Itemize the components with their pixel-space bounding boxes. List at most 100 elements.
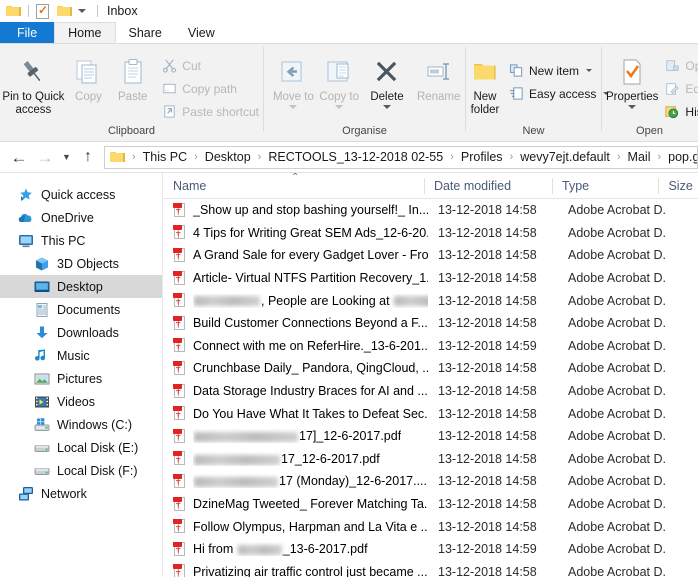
table-row[interactable]: † 17_12-6-2017.pdf 13-12-2018 14:58 Adobe A… (163, 448, 698, 471)
pdf-icon: † (173, 338, 187, 354)
new-folder-button[interactable]: New folder (470, 49, 500, 117)
customize-quick-access-caret-icon[interactable] (78, 9, 86, 13)
chevron-down-icon[interactable] (289, 105, 298, 109)
table-row[interactable]: † Follow Olympus, Harpman and La Vita e .… (163, 515, 698, 538)
table-row[interactable]: † _Show up and stop bashing yourself!_ In… (163, 199, 698, 222)
sidebar-item-desktop[interactable]: Desktop (0, 275, 162, 298)
recent-locations-button[interactable]: ▼ (58, 144, 75, 170)
copy-button[interactable]: Copy (67, 49, 110, 104)
pdf-icon: † (173, 473, 187, 489)
delete-button[interactable]: Delete (362, 49, 413, 109)
new-item-button[interactable]: New item (504, 59, 613, 82)
table-row[interactable]: † , People are Looking at 13-12-2018 14:5… (163, 289, 698, 312)
paste-button[interactable]: Paste (110, 49, 155, 104)
easy-access-button[interactable]: Easy access (504, 82, 613, 105)
navigation-pane: Quick access OneDrive This PC 3D Objects Des… (0, 173, 163, 577)
table-row[interactable]: † Connect with me on ReferHire._13-6-201.… (163, 335, 698, 358)
column-header-name[interactable]: Name ⌃ (163, 173, 424, 199)
sidebar-item-local-disk-e[interactable]: Local Disk (E:) (0, 436, 162, 459)
file-type-cell: Adobe Acrobat D... (568, 429, 666, 444)
breadcrumb-separator: › (509, 151, 514, 163)
tab-file[interactable]: File (0, 22, 55, 43)
chevron-down-icon[interactable] (335, 105, 344, 109)
file-name-label: 17_12-6-2017.pdf (193, 452, 380, 466)
pin-to-quick-access-button[interactable]: Pin to Quick access (0, 49, 67, 117)
column-header-type[interactable]: Type (552, 173, 658, 199)
breadcrumb-item-rectools[interactable]: RECTOOLS_13-12-2018 02-55 (266, 150, 445, 164)
copy-path-button[interactable]: ... Copy path (157, 77, 263, 100)
edit-button[interactable]: Edi (660, 77, 698, 100)
file-type-cell: Adobe Acrobat D... (568, 564, 666, 577)
sidebar-item-label: Music (57, 348, 90, 363)
tab-view[interactable]: View (175, 22, 228, 43)
table-row[interactable]: † DzineMag Tweeted_ Forever Matching Ta..… (163, 493, 698, 516)
folder-icon[interactable] (6, 3, 23, 19)
new-folder-icon[interactable] (57, 3, 74, 19)
ribbon-group-clipboard: Pin to Quick access Copy Paste Cut ... C… (0, 44, 263, 141)
table-row[interactable]: † Crunchbase Daily_ Pandora, QingCloud, .… (163, 357, 698, 380)
pdf-icon: † (173, 225, 187, 241)
table-row[interactable]: † Article- Virtual NTFS Partition Recover… (163, 267, 698, 290)
sidebar-item-local-disk-f[interactable]: Local Disk (F:) (0, 459, 162, 482)
move-to-button[interactable]: Move to (270, 49, 317, 109)
table-row[interactable]: † A Grand Sale for every Gadget Lover - F… (163, 244, 698, 267)
chevron-down-icon[interactable] (382, 105, 391, 109)
table-row[interactable]: † Privatizing air traffic control just be… (163, 561, 698, 577)
properties-button[interactable]: Properties (606, 49, 658, 109)
column-header-date-modified[interactable]: Date modified (423, 173, 552, 199)
file-name-cell: † Crunchbase Daily_ Pandora, QingCloud, .… (163, 360, 428, 376)
delete-label: Delete (370, 91, 404, 103)
table-row[interactable]: † Hi from _13-6-2017.pdf 13-12-2018 14:59 A… (163, 538, 698, 561)
copy-to-button[interactable]: Copy to (317, 49, 362, 109)
breadcrumb-item-profile-default[interactable]: wevy7ejt.default (518, 150, 612, 164)
table-row[interactable]: † 17]_12-6-2017.pdf 13-12-2018 14:58 Adobe … (163, 425, 698, 448)
sidebar-item-onedrive[interactable]: OneDrive (0, 206, 162, 229)
tab-home[interactable]: Home (54, 22, 116, 43)
chevron-down-icon[interactable] (586, 69, 593, 72)
sidebar-item-network[interactable]: Network (0, 482, 162, 505)
sidebar-item-downloads[interactable]: Downloads (0, 321, 162, 344)
sidebar-item-this-pc[interactable]: This PC (0, 229, 162, 252)
forward-button[interactable]: → (32, 144, 58, 170)
breadcrumb-item-this-pc[interactable]: This PC (141, 150, 189, 164)
breadcrumb-item-pop[interactable]: pop.g (666, 150, 697, 164)
breadcrumb-item-desktop[interactable]: Desktop (203, 150, 253, 164)
sidebar-item-quick-access[interactable]: Quick access (0, 183, 162, 206)
tab-share[interactable]: Share (116, 22, 175, 43)
sidebar-item-videos[interactable]: Videos (0, 390, 162, 413)
sidebar-item-music[interactable]: Music (0, 344, 162, 367)
sidebar-item-label: Pictures (57, 371, 103, 386)
up-button[interactable]: ↑ (75, 144, 101, 170)
table-row[interactable]: † Do You Have What It Takes to Defeat Sec… (163, 402, 698, 425)
chevron-down-icon[interactable] (628, 105, 637, 109)
sidebar-item-3d-objects[interactable]: 3D Objects (0, 252, 162, 275)
table-row[interactable]: † Data Storage Industry Braces for AI and… (163, 380, 698, 403)
history-button[interactable]: His (660, 100, 698, 123)
back-arrow-icon: ← (10, 147, 28, 167)
sidebar-item-pictures[interactable]: Pictures (0, 367, 162, 390)
date-modified-cell: 13-12-2018 14:58 (438, 451, 537, 466)
sidebar-item-label: Videos (57, 394, 95, 409)
videos-film-icon (34, 394, 50, 410)
cut-label: Cut (182, 58, 201, 73)
sidebar-item-windows-c[interactable]: Windows (C:) (0, 413, 162, 436)
paste-shortcut-button[interactable]: Paste shortcut (157, 100, 263, 123)
open-button[interactable]: Op (660, 54, 698, 77)
breadcrumb[interactable]: › This PC › Desktop › RECTOOLS_13-12-201… (104, 145, 698, 169)
properties-icon[interactable] (34, 3, 51, 19)
pdf-icon: † (173, 247, 187, 263)
cut-button[interactable]: Cut (157, 54, 263, 77)
file-name-label: Privatizing air traffic control just bec… (193, 564, 428, 577)
breadcrumb-item-mail[interactable]: Mail (626, 150, 653, 164)
date-modified-cell: 13-12-2018 14:58 (438, 384, 537, 399)
rename-button[interactable]: Rename (412, 49, 465, 104)
back-button[interactable]: ← (6, 144, 32, 170)
table-row[interactable]: † 17 (Monday)_12-6-2017.... 13-12-2018 14:… (163, 470, 698, 493)
file-name-cell: † DzineMag Tweeted_ Forever Matching Ta..… (163, 496, 428, 512)
table-row[interactable]: † 4 Tips for Writing Great SEM Ads_12-6-2… (163, 222, 698, 245)
breadcrumb-item-profiles[interactable]: Profiles (459, 150, 505, 164)
column-header-size[interactable]: Size (658, 173, 698, 199)
redacted-text (237, 544, 282, 555)
table-row[interactable]: † Build Customer Connections Beyond a F..… (163, 312, 698, 335)
sidebar-item-documents[interactable]: Documents (0, 298, 162, 321)
